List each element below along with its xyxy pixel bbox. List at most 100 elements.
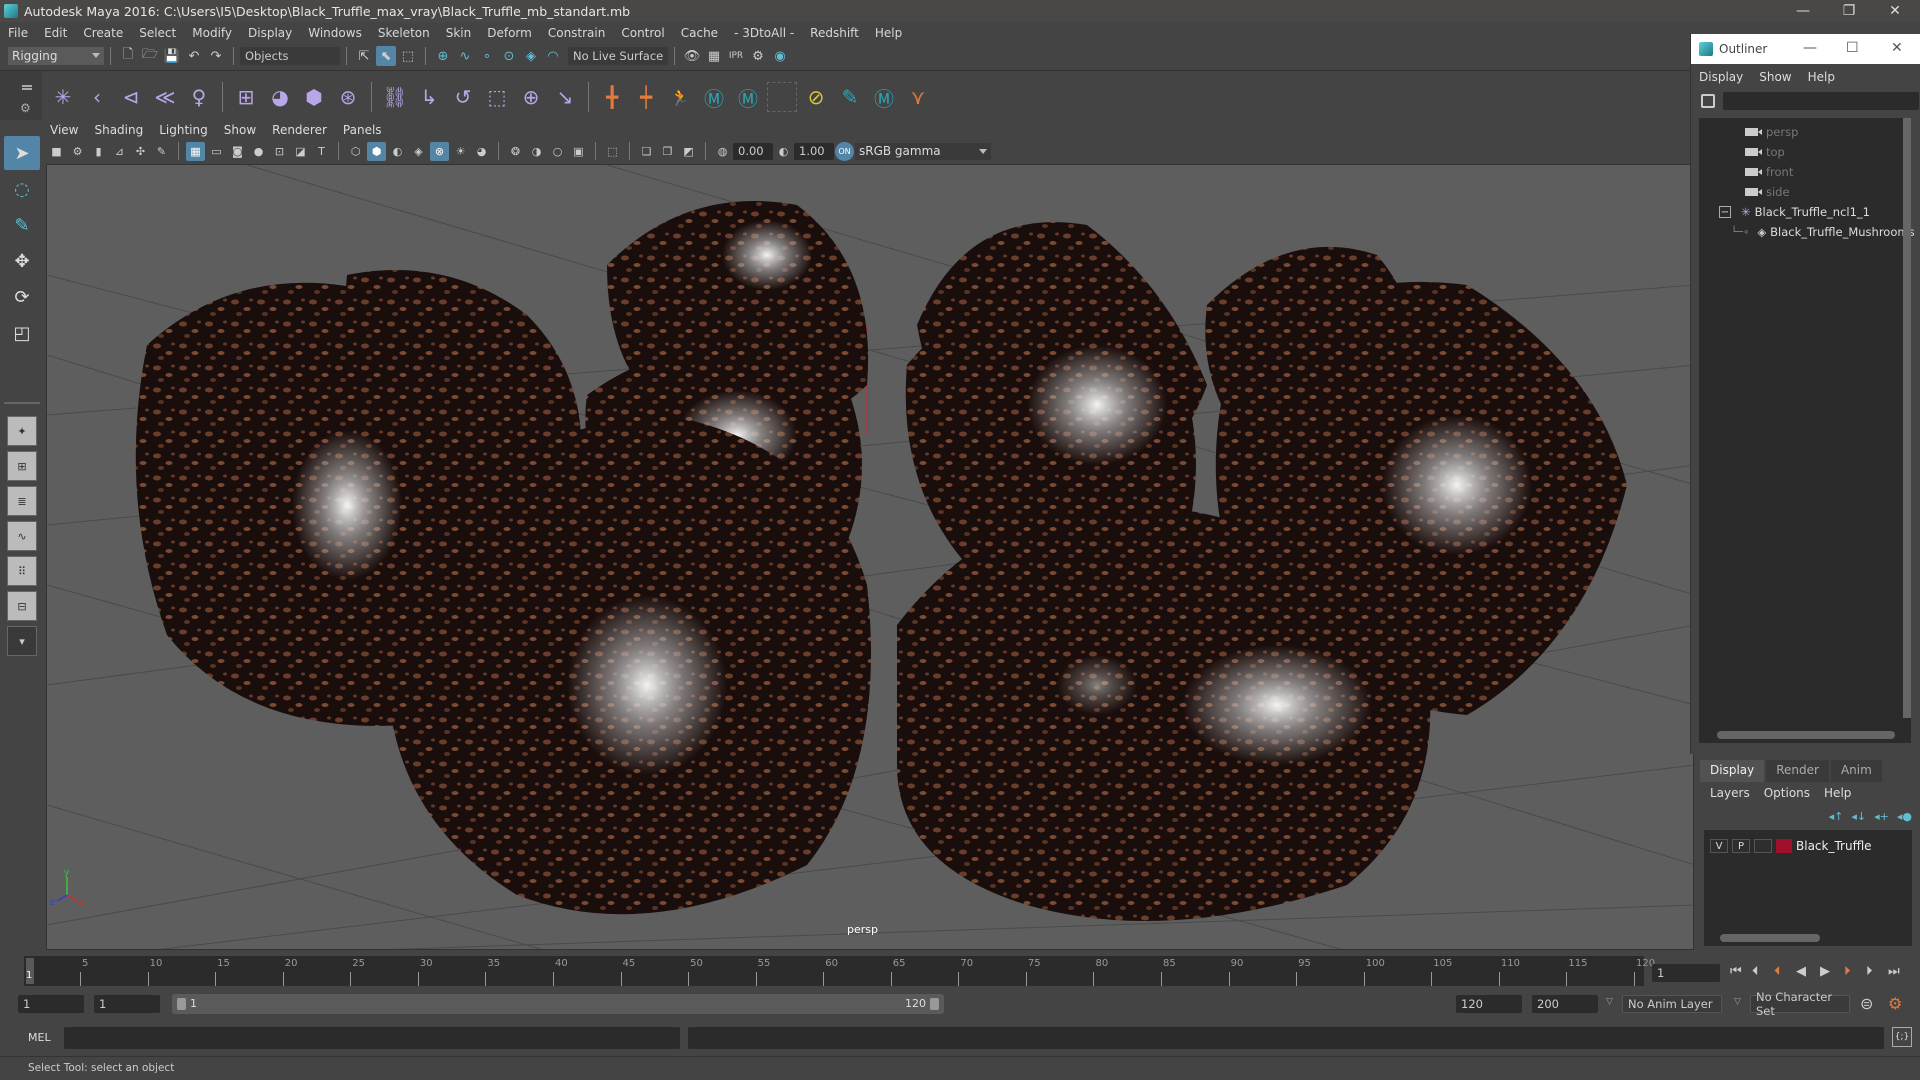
close-button[interactable]: ✕ <box>1891 40 1903 56</box>
safe-title-icon[interactable]: T <box>312 142 331 161</box>
menu-windows[interactable]: Windows <box>308 26 362 40</box>
layer-display-type-toggle[interactable] <box>1754 839 1772 853</box>
3d-viewport[interactable]: y x z persp <box>46 164 1694 950</box>
2d-pan-zoom-icon[interactable]: ✣ <box>131 142 150 161</box>
locator-link-icon[interactable]: ┿ <box>631 82 661 112</box>
xray-joints-icon[interactable]: ❏ <box>637 142 656 161</box>
joint-icon[interactable]: ✳ <box>48 82 78 112</box>
redo-icon[interactable]: ↷ <box>206 46 226 66</box>
anti-aliasing-icon[interactable]: ○ <box>548 142 567 161</box>
layer-playback-toggle[interactable]: P <box>1732 839 1750 853</box>
menu-constrain[interactable]: Constrain <box>548 26 606 40</box>
selection-mode-dropdown[interactable]: Objects <box>240 47 340 65</box>
select-object-icon[interactable]: ⬉ <box>376 46 396 66</box>
grease-pencil-icon[interactable]: ✎ <box>152 142 171 161</box>
menu-display[interactable]: Display <box>248 26 292 40</box>
snap-view-plane-icon[interactable]: ⊙ <box>499 46 519 66</box>
tab-render[interactable]: Render <box>1766 760 1829 782</box>
exposure-icon[interactable]: ◍ <box>713 142 732 161</box>
menu-control[interactable]: Control <box>621 26 664 40</box>
outliner-persp-layout[interactable]: ≣ <box>7 486 37 516</box>
persp-graph-outliner-layout[interactable]: ⊟ <box>7 591 37 621</box>
xray-icon[interactable]: ◈ <box>409 142 428 161</box>
panel-menu-show[interactable]: Show <box>224 123 256 137</box>
menu-create[interactable]: Create <box>83 26 123 40</box>
orient-constraint-icon[interactable]: ↺ <box>448 82 478 112</box>
panel-menu-renderer[interactable]: Renderer <box>272 123 327 137</box>
animation-end-field[interactable]: 200 <box>1532 995 1598 1013</box>
snap-point-icon[interactable]: ∘ <box>477 46 497 66</box>
time-ruler[interactable]: 1 5 10 15 20 25 30 35 40 45 50 55 60 65 70 75 80 85 90 95 1… <box>24 956 1655 986</box>
lattice-icon[interactable]: ⬢ <box>299 82 329 112</box>
play-backwards-button[interactable]: ◀ <box>1796 964 1806 979</box>
lasso-tool[interactable]: ◌ <box>4 172 40 206</box>
cluster-icon[interactable]: ⊛ <box>333 82 363 112</box>
minimize-button[interactable]: — <box>1780 0 1826 22</box>
step-forward-frame-button[interactable]: ⏵ <box>1866 964 1873 979</box>
outliner-menu-display[interactable]: Display <box>1699 70 1743 84</box>
bind-skin-icon[interactable]: ⊞ <box>231 82 261 112</box>
select-component-icon[interactable]: ⬚ <box>398 46 418 66</box>
outliner-item-group[interactable]: − ✳ Black_Truffle_ncl1_1 <box>1699 202 1911 222</box>
smooth-bind-icon[interactable]: ◕ <box>265 82 295 112</box>
playback-end-field[interactable]: 120 <box>1456 995 1522 1013</box>
script-editor-icon[interactable]: {;} <box>1892 1027 1912 1047</box>
animation-preferences-icon[interactable]: ⚙ <box>1888 994 1902 1013</box>
gamma-icon[interactable]: ◐ <box>774 142 793 161</box>
more-layouts-button[interactable]: ▾ <box>7 626 37 656</box>
render-frame-icon[interactable]: ▦ <box>704 46 724 66</box>
parent-constraint-icon[interactable]: ⛓ <box>380 82 410 112</box>
menu-skin[interactable]: Skin <box>446 26 472 40</box>
step-back-frame-button[interactable]: ⏴ <box>1752 964 1759 979</box>
layer-color-swatch[interactable] <box>1776 839 1792 853</box>
isolate-select-icon[interactable]: ⬚ <box>603 142 622 161</box>
paint-select-tool[interactable]: ✎ <box>4 208 40 242</box>
aim-constraint-icon[interactable]: ⊕ <box>516 82 546 112</box>
outliner-item-front[interactable]: front <box>1699 162 1911 182</box>
menu-edit[interactable]: Edit <box>44 26 67 40</box>
smooth-shade-icon[interactable]: ⬢ <box>367 141 386 161</box>
select-hierarchy-icon[interactable]: ⇱ <box>354 46 374 66</box>
new-layer-icon[interactable]: ◂+ <box>1874 810 1889 823</box>
playback-start-field[interactable]: 1 <box>94 995 160 1013</box>
camera-attributes-icon[interactable]: ⚙ <box>68 142 87 161</box>
truffle-mesh[interactable] <box>135 201 1627 921</box>
bookmark-icon[interactable]: ▮ <box>89 142 108 161</box>
range-start-handle[interactable] <box>177 998 186 1010</box>
wireframe-on-shaded-icon[interactable]: ◐ <box>388 142 407 161</box>
outliner-item-mesh[interactable]: └─∘ ◈ Black_Truffle_Mushrooms <box>1699 222 1915 242</box>
delete-history-icon[interactable]: ⊘ <box>801 82 831 112</box>
maya-icon-1[interactable]: Ⓜ <box>699 82 729 112</box>
animation-start-field[interactable]: 1 <box>18 995 84 1013</box>
open-scene-icon[interactable]: 🗁 <box>140 46 160 66</box>
select-tool[interactable]: ➤ <box>4 136 40 170</box>
save-scene-icon[interactable]: 💾 <box>162 46 182 66</box>
layer-menu-layers[interactable]: Layers <box>1710 786 1750 800</box>
collapse-icon[interactable]: − <box>1719 206 1731 218</box>
outliner-horizontal-scrollbar[interactable] <box>1703 730 1903 740</box>
undo-icon[interactable]: ↶ <box>184 46 204 66</box>
single-pane-layout[interactable]: ✦ <box>7 416 37 446</box>
menu-cache[interactable]: Cache <box>681 26 718 40</box>
ambient-occlusion-icon[interactable]: ❂ <box>506 142 525 161</box>
outliner-menu-help[interactable]: Help <box>1808 70 1835 84</box>
anim-layer-chevron-icon[interactable]: ▽ <box>1606 997 1613 1007</box>
humanik-icon[interactable]: ♀ <box>184 82 214 112</box>
panel-menu-view[interactable]: View <box>50 123 78 137</box>
layer-menu-options[interactable]: Options <box>1764 786 1810 800</box>
shelf-tab-strip[interactable]: ⚙ <box>0 71 42 121</box>
menuset-dropdown[interactable]: Rigging <box>8 47 104 65</box>
menu-file[interactable]: File <box>8 26 28 40</box>
use-all-lights-icon[interactable]: ☀ <box>451 142 470 161</box>
layer-horizontal-scrollbar[interactable] <box>1708 933 1908 943</box>
command-input[interactable] <box>64 1027 680 1049</box>
ik-spline-icon[interactable]: ⊲ <box>116 82 146 112</box>
menu-modify[interactable]: Modify <box>192 26 232 40</box>
step-forward-key-button[interactable]: ⏵ <box>1844 964 1851 979</box>
shelf-settings-icon[interactable]: ⚙ <box>20 101 31 115</box>
outliner-item-persp[interactable]: persp <box>1699 122 1911 142</box>
motion-blur-icon[interactable]: ◑ <box>527 142 546 161</box>
film-gate-icon[interactable]: ▭ <box>207 142 226 161</box>
maximize-button[interactable]: ☐ <box>1846 40 1859 56</box>
auto-key-icon[interactable]: ⊜ <box>1860 994 1873 1013</box>
